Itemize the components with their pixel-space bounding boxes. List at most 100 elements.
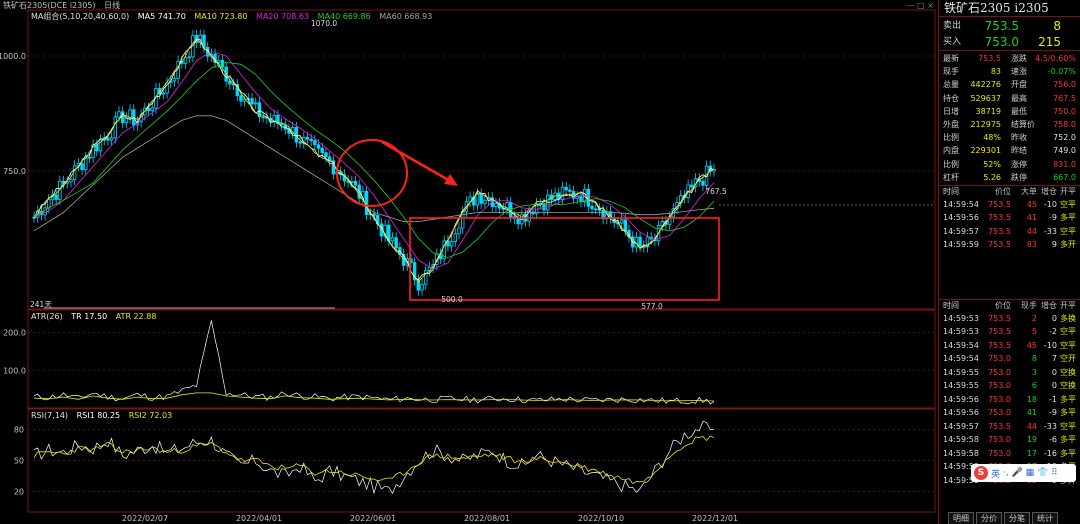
tick-price: 753.0 — [988, 367, 1011, 377]
atr-name[interactable]: ATR(26) — [31, 312, 63, 321]
candle-body — [623, 219, 628, 231]
y-tick-label: 80 — [14, 426, 24, 435]
stat-value: 750.0 — [1053, 106, 1076, 116]
stat-value: 758.0 — [1053, 119, 1076, 129]
tick-detail-header: 时间 价位 现手 增仓 开平 — [939, 300, 1080, 312]
candle-body — [117, 111, 121, 118]
tick-row[interactable]: 14:59:53 753.5 5 -2 空平 — [939, 325, 1080, 339]
window-controls[interactable]: — □ × — [907, 0, 934, 11]
candle-body — [568, 189, 572, 192]
candle-body — [420, 283, 424, 291]
chart-area[interactable]: 1000.0 750.0 200.0 100.0 80 50 20 2022/02/07 202… — [0, 0, 938, 524]
stat-value: 756.0 — [1053, 80, 1076, 90]
tick-row[interactable]: 14:59:58 753.0 17 -16 多平 — [939, 447, 1080, 461]
low-price-label: 500.0 — [441, 295, 463, 304]
big-order-list[interactable]: 时间 价位 大单 增仓 开平 14:59:54 753.5 45 -10 空平 14:59… — [939, 186, 1080, 300]
stat-key: 开盘 — [1011, 80, 1027, 90]
tick-volume: 44 — [1026, 226, 1037, 236]
tick-type: 空平 — [1060, 226, 1076, 236]
candle-body — [560, 186, 565, 200]
tick-row[interactable]: 14:59:56 753.0 18 -1 多平 — [939, 393, 1080, 407]
tick-row[interactable]: 14:59:54 753.0 8 7 空开 — [939, 352, 1080, 366]
trend-arrow-shaft — [381, 140, 453, 184]
ma-group-label[interactable]: MA组合(5,10,20,40,60,0) — [31, 12, 129, 21]
tick-row[interactable]: 14:59:59 753.5 83 9多开 — [939, 238, 1080, 252]
stat-value: 4.5/0.60% — [1035, 54, 1076, 63]
rsi2-value: RSI2 72.03 — [128, 411, 173, 420]
candle-body — [106, 137, 110, 141]
tick-row[interactable]: 14:59:58 753.0 19 -6 多平 — [939, 433, 1080, 447]
tick-row[interactable]: 14:59:53 753.5 2 0 多换 — [939, 312, 1080, 326]
tick-time: 14:59:55 — [943, 367, 979, 377]
tick-volume: 44 — [1026, 421, 1037, 431]
stat-key: 总量 — [943, 80, 959, 90]
stat-key: 跌停 — [1011, 172, 1027, 182]
tick-row[interactable]: 14:59:54 753.5 45 -10 空平 — [939, 198, 1080, 212]
ime-lang-toggle[interactable]: 英 — [991, 467, 1000, 480]
ime-toolbar[interactable]: S 英 ·, 🎤 ▦ 👕 ⠿ — [971, 464, 1076, 482]
candle-body — [372, 213, 376, 216]
tick-row[interactable]: 14:59:55 753.0 6 0 空换 — [939, 379, 1080, 393]
tab-stats[interactable]: 统计 — [1032, 512, 1058, 524]
x-tick-label: 2022/10/10 — [578, 514, 624, 523]
x-tick-label: 2022/08/01 — [464, 514, 510, 523]
tick-row[interactable]: 14:59:57 753.5 44 -33 空平 — [939, 420, 1080, 434]
tick-row[interactable]: 14:59:57 753.5 44 -33 空平 — [939, 225, 1080, 239]
stat-value: 831.0 — [1053, 159, 1076, 169]
stats-table: 最新 753.5 涨跌 4.5/0.60% 现手 83 速涨 -0.07% 总量 442276 开盘… — [939, 51, 1080, 186]
tick-row[interactable]: 14:59:56 753.0 41 -9 多平 — [939, 406, 1080, 420]
period-label[interactable]: 日线 — [104, 1, 120, 10]
stats-row: 比例 48% 昨收 752.0 — [939, 131, 1080, 144]
ma10-line — [33, 38, 715, 283]
ask-row[interactable]: 卖出 753.5 8 — [939, 18, 1080, 34]
stats-row: 现手 83 速涨 -0.07% — [939, 65, 1080, 78]
ime-tools[interactable]: ·, 🎤 ▦ 👕 ⠿ — [1003, 468, 1058, 478]
rsi-name[interactable]: RSI(7,14) — [31, 411, 68, 420]
tick-oi-change: 0 — [1051, 313, 1057, 323]
stat-value: 749.0 — [1053, 146, 1076, 156]
tick-volume: 17 — [1026, 448, 1037, 458]
stats-row: 持仓 529637 最高 767.5 — [939, 92, 1080, 105]
tick-row[interactable]: 14:59:54 753.5 45 -10 空平 — [939, 339, 1080, 353]
tick-row[interactable]: 14:59:56 753.5 41 -9 多平 — [939, 211, 1080, 225]
tick-type: 多平 — [1060, 213, 1076, 223]
tick-time: 14:59:54 — [943, 199, 979, 209]
header-time: 时间 — [943, 300, 959, 310]
tick-row[interactable]: 14:59:55 753.0 3 0 空换 — [939, 366, 1080, 380]
bid-row[interactable]: 买入 753.0 215 — [939, 34, 1080, 50]
candle-body — [449, 241, 454, 247]
panel-tabs: 明细 分价 分笔 统计 — [948, 512, 1080, 524]
stats-row: 日增 38719 最低 750.0 — [939, 105, 1080, 118]
tick-volume: 2 — [1031, 313, 1037, 323]
candle-body — [479, 193, 483, 204]
candle-body — [590, 205, 594, 210]
tick-volume: 41 — [1026, 408, 1037, 418]
stat-key: 最低 — [1011, 106, 1027, 116]
x-tick-label: 2022/04/01 — [236, 514, 282, 523]
stat-key: 现手 — [943, 67, 959, 77]
last-high-label: 767.5 — [705, 187, 727, 196]
tick-oi-change: -33 — [1043, 421, 1057, 431]
candle-body — [250, 98, 254, 105]
candle-body — [483, 199, 487, 204]
tick-type: 空平 — [1060, 327, 1076, 337]
tab-ticks[interactable]: 分笔 — [1004, 512, 1030, 524]
stat-value: 753.5 — [978, 54, 1001, 63]
ime-logo-icon[interactable]: S — [974, 466, 988, 480]
tick-price: 753.0 — [988, 435, 1011, 445]
tick-volume: 45 — [1026, 340, 1037, 350]
candle-body — [172, 78, 177, 82]
tick-oi-change: -2 — [1049, 327, 1057, 337]
tick-oi-change: 0 — [1051, 381, 1057, 391]
tick-type: 空换 — [1060, 367, 1076, 377]
header-vol: 现手 — [1021, 300, 1037, 310]
candle-body — [313, 140, 317, 146]
tab-detail[interactable]: 明细 — [948, 512, 974, 524]
y-tick-label: 100.0 — [3, 366, 26, 375]
candle-body — [594, 208, 598, 211]
candle-body — [254, 102, 258, 105]
tab-price-dist[interactable]: 分价 — [976, 512, 1002, 524]
stat-value: 752.0 — [1053, 133, 1076, 143]
ask-volume: 8 — [1053, 19, 1061, 33]
y-tick-label: 50 — [14, 457, 24, 466]
